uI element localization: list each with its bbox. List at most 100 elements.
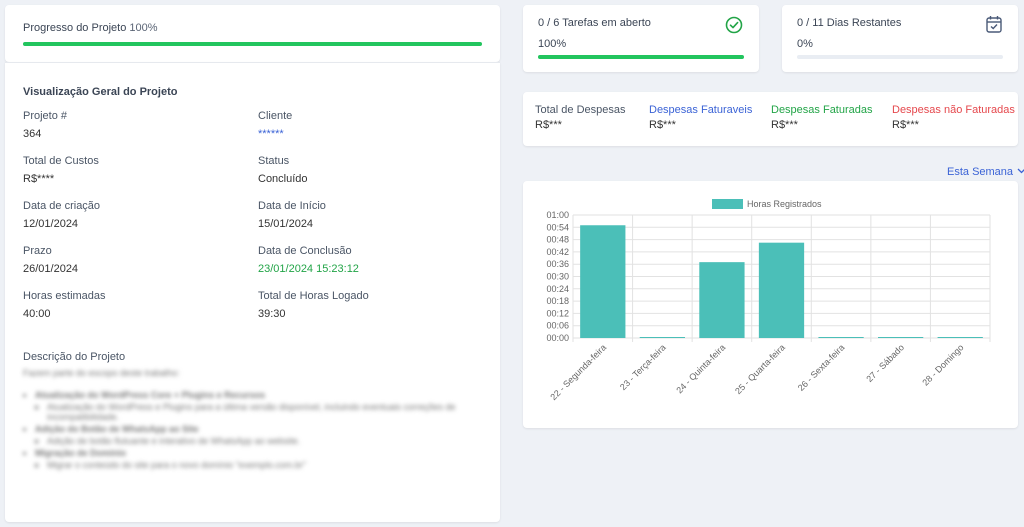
- tasks-bar: [538, 55, 744, 59]
- days-percent: 0%: [797, 38, 813, 50]
- expense-item: Despesas Faturadas R$***: [771, 104, 873, 131]
- field-value: 364: [23, 128, 42, 140]
- overview-field: Total de Horas Logado 39:30: [258, 290, 369, 320]
- legend-swatch: [712, 199, 743, 209]
- bar: [937, 337, 983, 338]
- bar: [580, 225, 626, 338]
- field-value: R$****: [23, 173, 55, 185]
- tasks-bar-fill: [538, 55, 744, 59]
- field-label: Data de Início: [258, 200, 326, 212]
- field-value: 15/01/2024: [258, 218, 314, 230]
- days-label: 0 / 11 Dias Restantes: [797, 17, 902, 29]
- expense-value: R$***: [649, 119, 676, 131]
- y-tick-label: 01:00: [546, 210, 569, 220]
- expense-item: Despesas Faturaveis R$***: [649, 104, 752, 131]
- field-value: 23/01/2024 15:23:12: [258, 263, 359, 275]
- bar: [699, 262, 745, 338]
- description-item: Adição do Botão de WhatsApp ao Site Adiç…: [35, 424, 473, 446]
- expense-value: R$***: [771, 119, 798, 131]
- project-overview-card: Visualização Geral do Projeto Projeto # 3…: [5, 62, 500, 522]
- days-bar: [797, 55, 1003, 59]
- project-progress-card: Progresso do Projeto 100%: [5, 5, 500, 62]
- expense-item: Despesas não Faturadas R$***: [892, 104, 1015, 131]
- expense-label: Despesas não Faturadas: [892, 104, 1015, 116]
- overview-field: Projeto # 364: [23, 110, 67, 140]
- description-item: Atualização do WordPress Core + Plugins …: [35, 390, 473, 422]
- x-tick-label: 22 - Segunda-feira: [548, 342, 608, 402]
- y-tick-label: 00:36: [546, 259, 569, 269]
- x-tick-label: 27 - Sábado: [864, 342, 906, 384]
- field-label: Status: [258, 155, 290, 167]
- overview-field: Data de Conclusão 23/01/2024 15:23:12: [258, 245, 359, 275]
- y-tick-label: 00:12: [546, 308, 569, 318]
- hours-chart-card: Horas Registrados 00:00 00:06 00:12 00:18 00:…: [523, 181, 1018, 428]
- overview-field: Cliente ******: [258, 110, 292, 140]
- x-tick-label: 25 - Quarta-feira: [733, 342, 787, 396]
- field-value: 39:30: [258, 308, 286, 320]
- bar: [639, 337, 685, 338]
- week-filter-label: Esta Semana: [947, 166, 1014, 178]
- description-label: Descrição do Projeto: [23, 351, 126, 363]
- field-label: Projeto #: [23, 110, 68, 122]
- y-tick-label: 00:48: [546, 235, 569, 245]
- expense-label: Despesas Faturaveis: [649, 104, 753, 116]
- overview-title: Visualização Geral do Projeto: [23, 86, 178, 98]
- field-label: Data de Conclusão: [258, 245, 352, 257]
- y-tick-label: 00:06: [546, 321, 569, 331]
- expense-value: R$***: [535, 119, 562, 131]
- expense-item: Total de Despesas R$***: [535, 104, 626, 131]
- overview-field: Status Concluído: [258, 155, 308, 185]
- hours-chart: Horas Registrados 00:00 00:06 00:12 00:18 00:…: [546, 199, 991, 402]
- overview-field: Prazo 26/01/2024: [23, 245, 78, 275]
- field-value: Concluído: [258, 173, 308, 185]
- field-label: Cliente: [258, 110, 293, 122]
- field-label: Data de criação: [23, 200, 101, 212]
- y-tick-label: 00:42: [546, 247, 569, 257]
- bar: [758, 242, 805, 338]
- x-tick-label: 23 - Terça-feira: [618, 342, 668, 392]
- x-tick-label: 28 - Domingo: [920, 342, 965, 387]
- description-subitem: Atualização do WordPress e Plugins para …: [47, 402, 473, 422]
- tasks-percent: 100%: [538, 38, 567, 50]
- field-value: 12/01/2024: [23, 218, 79, 230]
- description-subitem: Migrar o conteúdo do site para o novo do…: [47, 460, 473, 470]
- field-value: 40:00: [23, 308, 51, 320]
- description-subitem: Adição de botão flutuante e interativo d…: [47, 436, 473, 446]
- expense-label: Despesas Faturadas: [771, 104, 873, 116]
- description-item: Migração de Domínio Migrar o conteúdo do…: [35, 448, 473, 470]
- field-label: Prazo: [23, 245, 52, 257]
- progress-bar-fill: [23, 42, 482, 46]
- expense-value: R$***: [892, 119, 919, 131]
- check-circle-icon: [725, 16, 743, 39]
- overview-field: Data de criação 12/01/2024: [23, 200, 100, 230]
- chevron-down-icon: [1017, 166, 1024, 178]
- calendar-check-icon: [986, 15, 1002, 38]
- x-tick-label: 26 - Sexta-feira: [796, 342, 847, 393]
- field-value: 26/01/2024: [23, 263, 79, 275]
- field-label: Total de Horas Logado: [258, 290, 369, 302]
- client-link[interactable]: ******: [258, 128, 292, 140]
- y-tick-label: 00:00: [546, 333, 569, 343]
- overview-field: Total de Custos R$****: [23, 155, 99, 185]
- expense-label: Total de Despesas: [535, 104, 626, 116]
- x-tick-label: 24 - Quinta-feira: [674, 342, 727, 395]
- bar: [878, 337, 924, 338]
- description-intro: Fazem parte do escopo deste trabalho:: [23, 368, 180, 378]
- field-label: Horas estimadas: [23, 290, 106, 302]
- bar: [818, 337, 864, 338]
- overview-field: Data de Início 15/01/2024: [258, 200, 326, 230]
- days-card: 0 / 11 Dias Restantes 0%: [782, 5, 1018, 72]
- y-tick-label: 00:30: [546, 272, 569, 282]
- y-tick-label: 00:18: [546, 296, 569, 306]
- progress-percent: 100%: [129, 22, 158, 34]
- y-tick-label: 00:24: [546, 284, 569, 294]
- progress-label: Progresso do Projeto: [23, 22, 127, 34]
- description-content: Fazem parte do escopo deste trabalho: At…: [23, 368, 473, 472]
- overview-field: Horas estimadas 40:00: [23, 290, 106, 320]
- tasks-card: 0 / 6 Tarefas em aberto 100%: [523, 5, 759, 72]
- y-tick-label: 00:54: [546, 222, 569, 232]
- expenses-card: Total de Despesas R$*** Despesas Faturavei…: [523, 92, 1018, 146]
- description-list: Atualização do WordPress Core + Plugins …: [23, 390, 473, 470]
- week-filter-dropdown[interactable]: Esta Semana: [947, 166, 1024, 178]
- progress-bar: [23, 42, 482, 46]
